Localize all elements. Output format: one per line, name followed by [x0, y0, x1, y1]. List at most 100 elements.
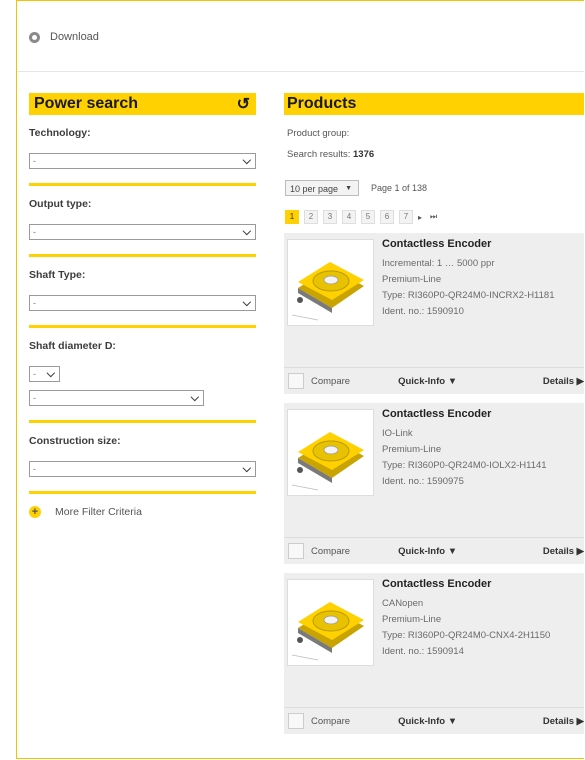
download-label: Download — [50, 31, 99, 43]
page-1[interactable]: 1 — [285, 210, 299, 224]
chevron-down-icon: ⌵ — [46, 368, 55, 380]
last-page-icon[interactable]: ⏭ — [430, 212, 437, 222]
product-actions: Compare Quick-Info ▼ Details ▶ — [284, 367, 584, 394]
divider — [29, 325, 256, 328]
page-6[interactable]: 6 — [380, 210, 394, 224]
next-page-icon[interactable]: ▸ — [418, 213, 422, 222]
per-page-value: 10 per page — [290, 184, 339, 194]
page-3[interactable]: 3 — [323, 210, 337, 224]
chevron-down-icon: ⌵ — [242, 155, 251, 167]
quick-info-button[interactable]: Quick-Info ▼ — [398, 546, 457, 557]
product-card: Contactless Encoder Incremental: 1 … 500… — [284, 233, 584, 394]
product-type: Type: RI360P0-QR24M0-INCRX2-H1181 — [382, 290, 555, 301]
chevron-down-icon: ⌵ — [242, 463, 251, 475]
technology-select[interactable]: - ⌵ — [29, 153, 256, 169]
product-card: Contactless Encoder IO-Link Premium-Line… — [284, 403, 584, 564]
pager-row: 10 per page ▼ Page 1 of 138 — [284, 180, 584, 196]
compare-checkbox[interactable] — [288, 373, 304, 389]
select-value: - — [33, 369, 36, 379]
download-icon — [29, 31, 40, 43]
pagination: 1 2 3 4 5 6 7 ▸ ⏭ — [284, 210, 584, 224]
divider — [29, 254, 256, 257]
product-feature: IO-Link — [382, 428, 413, 439]
product-type: Type: RI360P0-QR24M0-IOLX2-H1141 — [382, 460, 547, 471]
filter-label: Technology: — [29, 127, 91, 139]
product-ident: Ident. no.: 1590975 — [382, 476, 464, 487]
output-type-select[interactable]: - ⌵ — [29, 224, 256, 240]
product-feature: CANopen — [382, 598, 424, 609]
power-search-title: Power search — [34, 95, 139, 112]
page-2[interactable]: 2 — [304, 210, 318, 224]
product-name[interactable]: Contactless Encoder — [382, 238, 582, 250]
filter-label: Construction size: — [29, 435, 121, 447]
search-results-label: Search results: — [287, 149, 351, 160]
products-panel: Products Product group: Search results: … — [284, 93, 584, 734]
divider — [29, 491, 256, 494]
product-info: Contactless Encoder CANopen Premium-Line… — [382, 578, 582, 660]
product-actions: Compare Quick-Info ▼ Details ▶ — [284, 707, 584, 734]
filter-output-type: Output type: - ⌵ — [29, 198, 256, 257]
more-filter-label: More Filter Criteria — [55, 506, 142, 518]
page-4[interactable]: 4 — [342, 210, 356, 224]
construction-size-select[interactable]: - ⌵ — [29, 461, 256, 477]
details-button[interactable]: Details ▶ — [543, 546, 584, 557]
quick-info-button[interactable]: Quick-Info ▼ — [398, 716, 457, 727]
product-line: Premium-Line — [382, 614, 442, 625]
product-name[interactable]: Contactless Encoder — [382, 578, 582, 590]
plus-icon: + — [29, 506, 41, 518]
compare-checkbox[interactable] — [288, 713, 304, 729]
select-value: - — [33, 156, 36, 166]
filter-construction-size: Construction size: - ⌵ — [29, 435, 256, 494]
product-actions: Compare Quick-Info ▼ Details ▶ — [284, 537, 584, 564]
select-value: - — [33, 393, 36, 403]
compare-checkbox[interactable] — [288, 543, 304, 559]
download-link[interactable]: Download — [29, 31, 99, 43]
reset-icon[interactable]: ↺ — [237, 94, 250, 114]
select-value: - — [33, 227, 36, 237]
divider — [29, 420, 256, 423]
page-frame: Download Power search ↺ Technology: - ⌵ … — [16, 0, 584, 759]
shaft-diameter-unit-select[interactable]: - ⌵ — [29, 366, 60, 382]
filter-label: Shaft diameter D: — [29, 340, 116, 352]
page-7[interactable]: 7 — [399, 210, 413, 224]
product-feature: Incremental: 1 … 5000 ppr — [382, 258, 495, 269]
chevron-down-icon: ⌵ — [242, 226, 251, 238]
compare-label: Compare — [311, 715, 351, 727]
shaft-diameter-select[interactable]: - ⌵ — [29, 390, 204, 406]
filter-shaft-diameter: Shaft diameter D: - ⌵ - ⌵ — [29, 340, 256, 423]
product-info: Contactless Encoder Incremental: 1 … 500… — [382, 238, 582, 320]
filter-label: Output type: — [29, 198, 92, 210]
product-ident: Ident. no.: 1590910 — [382, 306, 464, 317]
chevron-down-icon: ⌵ — [190, 392, 199, 404]
shaft-type-select[interactable]: - ⌵ — [29, 295, 256, 311]
product-image[interactable] — [287, 579, 374, 666]
product-card: Contactless Encoder CANopen Premium-Line… — [284, 573, 584, 734]
filter-shaft-type: Shaft Type: - ⌵ — [29, 269, 256, 328]
power-search-header: Power search ↺ — [29, 93, 256, 115]
page-info: Page 1 of 138 — [371, 183, 428, 193]
product-ident: Ident. no.: 1590914 — [382, 646, 464, 657]
per-page-select[interactable]: 10 per page ▼ — [285, 180, 359, 196]
products-title: Products — [284, 93, 584, 115]
product-group: Product group: — [287, 128, 350, 139]
details-button[interactable]: Details ▶ — [543, 716, 584, 727]
product-name[interactable]: Contactless Encoder — [382, 408, 582, 420]
product-line: Premium-Line — [382, 444, 442, 455]
compare-label: Compare — [311, 375, 351, 387]
divider — [29, 183, 256, 186]
compare-label: Compare — [311, 545, 351, 557]
more-filter-criteria[interactable]: + More Filter Criteria — [29, 506, 256, 518]
dropdown-arrow-icon: ▼ — [345, 185, 352, 192]
search-results-count: 1376 — [353, 149, 375, 160]
details-button[interactable]: Details ▶ — [543, 376, 584, 387]
page-5[interactable]: 5 — [361, 210, 375, 224]
product-line: Premium-Line — [382, 274, 442, 285]
power-search-panel: Power search ↺ Technology: - ⌵ Output ty… — [29, 93, 256, 518]
product-image[interactable] — [287, 239, 374, 326]
select-value: - — [33, 464, 36, 474]
product-info: Contactless Encoder IO-Link Premium-Line… — [382, 408, 582, 490]
search-results: Search results: 1376 — [284, 149, 584, 160]
product-image[interactable] — [287, 409, 374, 496]
quick-info-button[interactable]: Quick-Info ▼ — [398, 376, 457, 387]
product-type: Type: RI360P0-QR24M0-CNX4-2H1150 — [382, 630, 551, 641]
